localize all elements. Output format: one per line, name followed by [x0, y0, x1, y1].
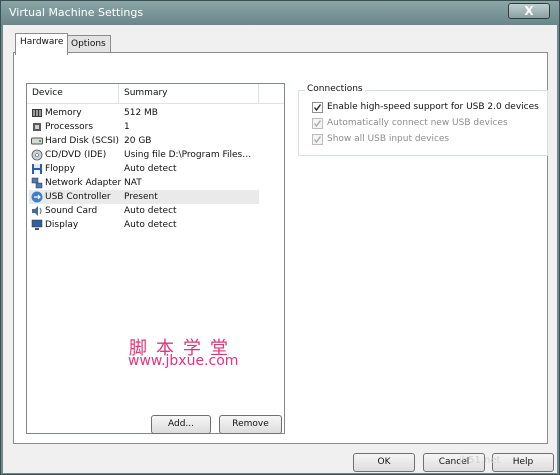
show-usb-input-label[interactable]: Show all USB input devices	[327, 133, 449, 145]
close-button[interactable]: X	[508, 3, 550, 19]
device-name: USB Controller	[45, 192, 111, 202]
usb2-high-speed-checkbox[interactable]	[312, 102, 323, 113]
auto-connect-usb-checkbox[interactable]	[312, 118, 323, 129]
device-row-display[interactable]: Display Auto detect	[29, 218, 259, 232]
connections-label: Connections	[305, 84, 365, 95]
device-row-sound-card[interactable]: Sound Card Auto detect	[29, 204, 259, 218]
device-summary: Auto detect	[124, 206, 177, 216]
usb2-high-speed-label[interactable]: Enable high-speed support for USB 2.0 de…	[327, 101, 539, 113]
column-header-summary[interactable]: Summary	[119, 84, 259, 103]
floppy-icon	[32, 164, 42, 174]
memory-icon	[32, 109, 42, 117]
device-row-network-adapter[interactable]: Network Adapter NAT	[29, 176, 259, 190]
watermark-faint: jb51.net	[459, 455, 501, 466]
device-list[interactable]: Device Summary Memory 512 MB Processors …	[26, 83, 285, 434]
network-adapter-icon	[31, 177, 43, 189]
title-bar[interactable]: Virtual Machine Settings X	[1, 1, 559, 25]
device-row-processors[interactable]: Processors 1	[29, 120, 259, 134]
processor-icon	[33, 123, 41, 131]
device-summary: Auto detect	[124, 220, 177, 230]
device-row-cd-dvd[interactable]: CD/DVD (IDE) Using file D:\Program Files…	[29, 148, 259, 162]
device-name: Processors	[45, 122, 94, 132]
device-name: CD/DVD (IDE)	[45, 150, 107, 160]
device-name: Display	[45, 220, 79, 230]
remove-button[interactable]: Remove	[219, 415, 282, 434]
device-name: Network Adapter	[45, 178, 122, 188]
hard-disk-icon	[31, 137, 43, 145]
device-summary: Using file D:\Program Files\v...	[124, 150, 254, 160]
device-summary: NAT	[124, 178, 142, 188]
device-summary: Auto detect	[124, 164, 177, 174]
device-list-header: Device Summary	[27, 84, 284, 104]
checkmark-icon	[313, 136, 322, 144]
auto-connect-usb-label[interactable]: Automatically connect new USB devices	[327, 117, 508, 129]
add-button[interactable]: Add...	[151, 415, 211, 434]
usb-icon	[31, 191, 43, 203]
device-summary: 512 MB	[124, 108, 158, 118]
device-row-floppy[interactable]: Floppy Auto detect	[29, 162, 259, 176]
hardware-tab-panel: Device Summary Memory 512 MB Processors …	[13, 52, 548, 444]
device-row-hard-disk[interactable]: Hard Disk (SCSI) 20 GB	[29, 134, 259, 148]
device-name: Floppy	[45, 164, 75, 174]
show-usb-input-checkbox[interactable]	[312, 134, 323, 145]
device-row-memory[interactable]: Memory 512 MB	[29, 106, 259, 120]
display-icon	[31, 219, 43, 230]
watermark-url: www.jbxue.com	[128, 353, 239, 369]
window-title: Virtual Machine Settings	[9, 6, 144, 19]
help-button[interactable]: Help	[492, 453, 554, 472]
device-summary: 20 GB	[124, 136, 152, 146]
column-header-device[interactable]: Device	[27, 84, 119, 103]
virtual-machine-settings-window: Virtual Machine Settings X Hardware Opti…	[0, 0, 560, 475]
checkmark-icon	[313, 104, 322, 112]
checkmark-icon	[313, 120, 322, 128]
cd-dvd-icon	[31, 149, 43, 161]
device-name: Sound Card	[45, 206, 98, 216]
device-summary: Present	[124, 192, 158, 202]
dialog-client-area: Hardware Options Device Summary Memory 5…	[3, 25, 557, 473]
device-row-usb-controller[interactable]: USB Controller Present	[29, 190, 259, 204]
ok-button[interactable]: OK	[353, 453, 415, 472]
sound-card-icon	[32, 206, 42, 216]
tab-hardware[interactable]: Hardware	[15, 33, 69, 55]
device-name: Hard Disk (SCSI)	[45, 136, 119, 146]
device-summary: 1	[124, 122, 130, 132]
device-name: Memory	[45, 108, 82, 118]
